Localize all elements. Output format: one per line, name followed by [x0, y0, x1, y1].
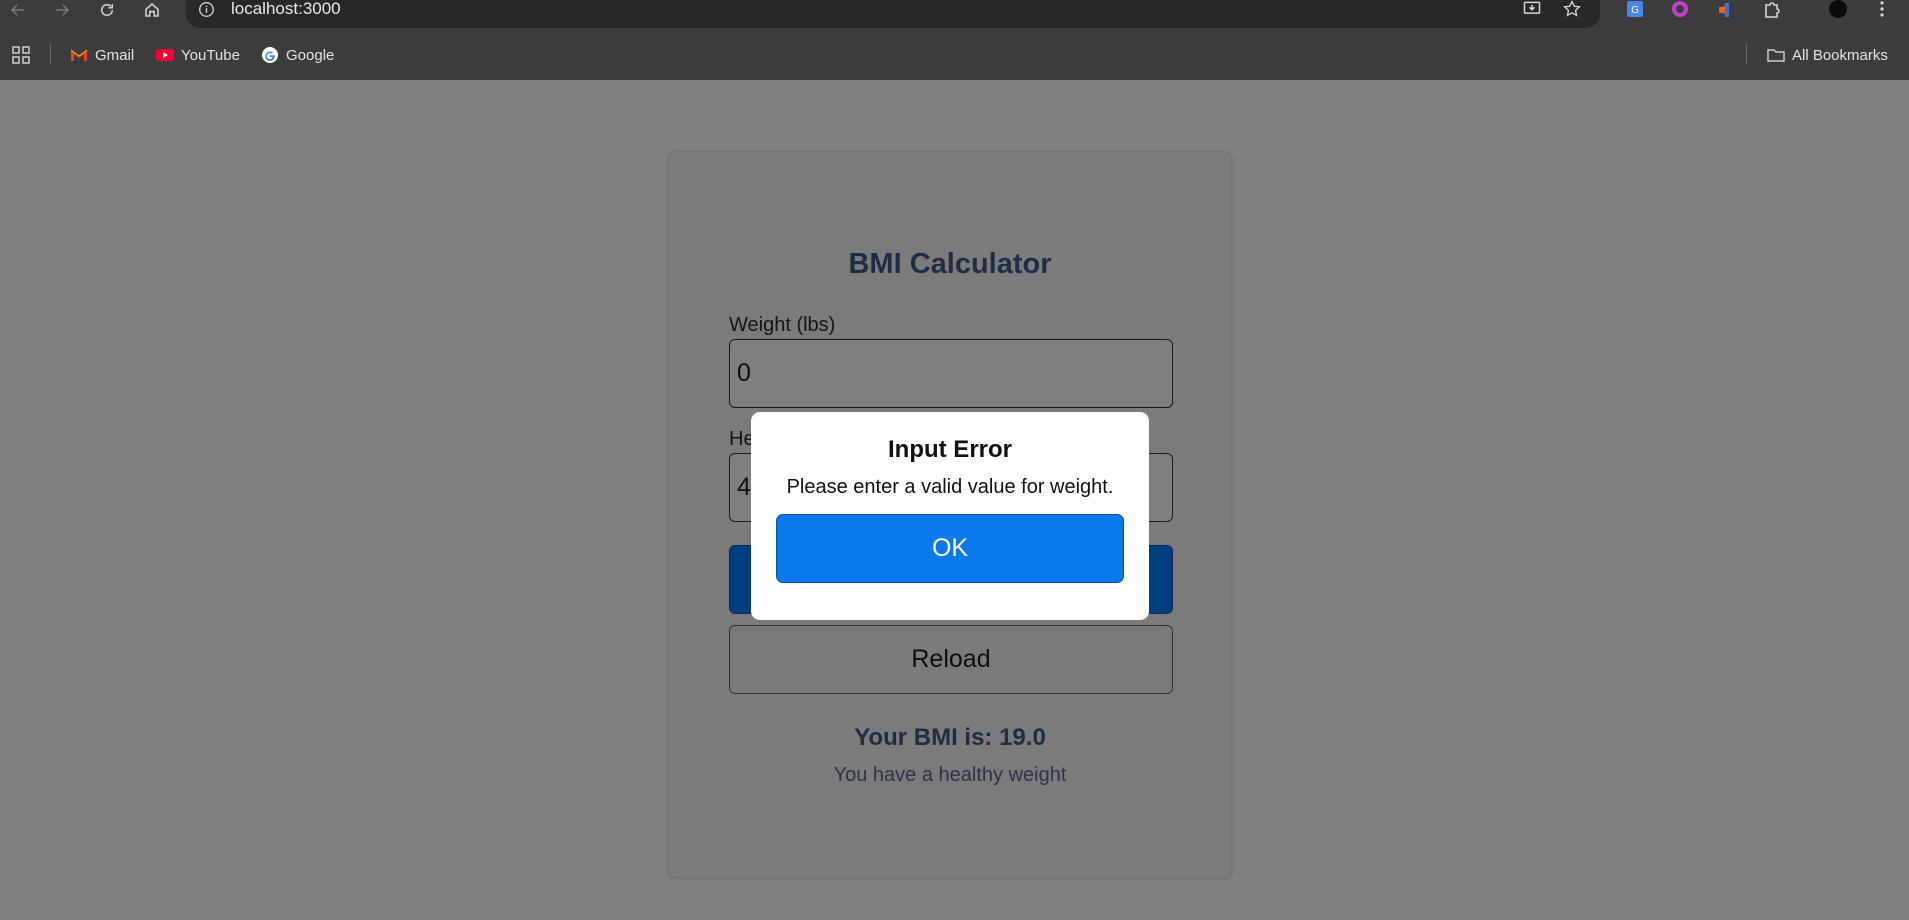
- audio-extension-icon[interactable]: [1713, 0, 1737, 20]
- weight-input[interactable]: 0: [729, 339, 1173, 408]
- bookmark-label: Google: [286, 46, 335, 64]
- url-text[interactable]: localhost:3000: [231, 0, 341, 18]
- site-info-icon[interactable]: [196, 0, 216, 18]
- dialog-title: Input Error: [888, 436, 1012, 463]
- reload-icon[interactable]: [95, 0, 119, 20]
- bookmarks-bar: Gmail YouTube Google All Bookmarks: [0, 28, 1909, 80]
- reload-button[interactable]: Reload: [729, 625, 1173, 694]
- bookmark-google[interactable]: Google: [261, 44, 334, 66]
- all-bookmarks-label: All Bookmarks: [1792, 46, 1888, 64]
- bookmark-label: Gmail: [95, 46, 135, 64]
- bookmark-label: YouTube: [181, 46, 240, 64]
- bookmarks-divider: [50, 44, 51, 64]
- home-icon[interactable]: [140, 0, 164, 20]
- folder-icon: [1767, 49, 1785, 62]
- browser-menu-icon[interactable]: [1870, 0, 1894, 20]
- page-overlay: BMI Calculator Weight (lbs) 0 He 4 Reloa…: [0, 80, 1909, 920]
- apps-grid-icon[interactable]: [12, 44, 30, 66]
- profile-avatar[interactable]: [1826, 0, 1850, 20]
- translate-extension-icon[interactable]: G: [1623, 0, 1647, 20]
- back-icon[interactable]: [6, 0, 30, 20]
- forward-icon[interactable]: [50, 0, 74, 20]
- bookmark-youtube[interactable]: YouTube: [156, 44, 240, 66]
- bmi-status: You have a healthy weight: [833, 764, 1067, 786]
- color-extension-icon[interactable]: [1668, 0, 1692, 20]
- extensions-puzzle-icon[interactable]: [1760, 0, 1784, 20]
- bookmark-star-icon[interactable]: [1560, 0, 1584, 18]
- browser-toolbar: localhost:3000 G: [0, 0, 1909, 28]
- google-icon: [262, 47, 278, 63]
- address-bar[interactable]: localhost:3000: [186, 0, 1600, 28]
- all-bookmarks-button[interactable]: All Bookmarks: [1767, 44, 1888, 66]
- youtube-icon: [156, 49, 174, 61]
- weight-input-value: 0: [737, 359, 751, 387]
- install-app-icon[interactable]: [1520, 0, 1544, 18]
- page-title: BMI Calculator: [848, 248, 1052, 280]
- svg-text:G: G: [1631, 5, 1639, 16]
- ok-button[interactable]: OK: [776, 514, 1124, 583]
- input-error-dialog: Input Error Please enter a valid value f…: [751, 412, 1149, 620]
- dialog-message: Please enter a valid value for weight.: [786, 476, 1114, 498]
- height-input-value: 4: [737, 473, 751, 501]
- weight-label: Weight (lbs): [729, 314, 836, 336]
- bookmark-gmail[interactable]: Gmail: [70, 44, 134, 66]
- gmail-icon: [70, 49, 88, 61]
- bmi-result: Your BMI is: 19.0: [854, 724, 1046, 751]
- bookmarks-divider: [1746, 44, 1747, 64]
